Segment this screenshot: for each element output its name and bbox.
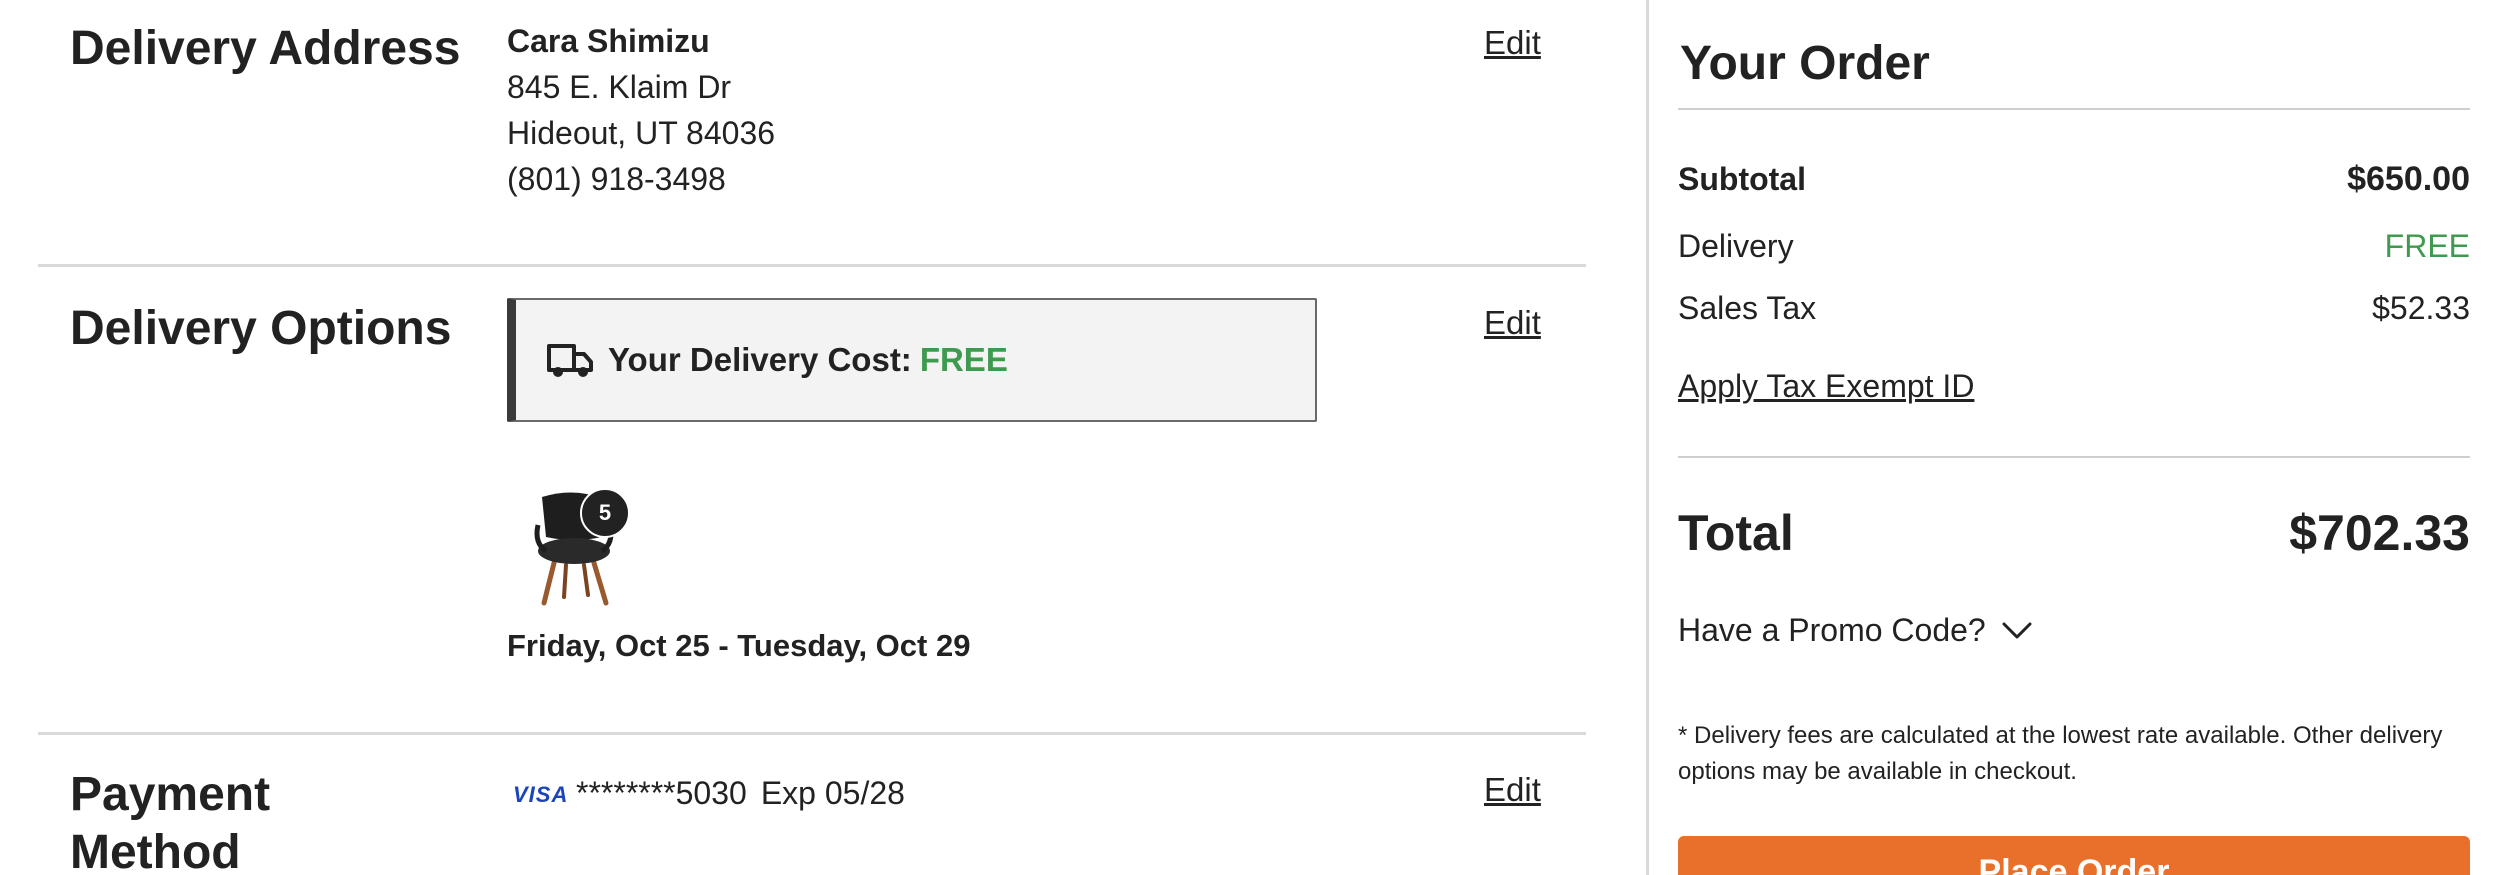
delivery-cost-label: Your Delivery Cost:	[608, 341, 912, 378]
delivery-value: FREE	[2384, 228, 2470, 264]
sales-tax-row: Sales Tax $52.33	[1678, 290, 2470, 327]
card-number: ********5030	[576, 775, 747, 811]
delivery-cost-box: Your Delivery Cost: FREE	[507, 298, 1317, 422]
delivery-date-range: Friday, Oct 25 - Tuesday, Oct 29	[507, 628, 971, 663]
total-row: Total $702.33	[1678, 504, 2470, 562]
delivery-cost-value: FREE	[919, 341, 1008, 378]
payment-method-title: Payment Method	[70, 766, 270, 875]
subtotal-value: $650.00	[2347, 160, 2470, 198]
checkout-details: Delivery Address Cara Shimizu 845 E. Kla…	[0, 0, 1648, 875]
recipient-name: Cara Shimizu	[507, 23, 710, 59]
apply-tax-exempt-link[interactable]: Apply Tax Exempt ID	[1678, 368, 1974, 405]
promo-code-toggle[interactable]: Have a Promo Code?	[1678, 612, 2032, 649]
promo-code-label: Have a Promo Code?	[1678, 612, 1986, 648]
summary-divider	[1678, 456, 2470, 458]
summary-divider	[1678, 108, 2470, 110]
order-summary: Your Order Subtotal $650.00 Delivery FRE…	[1678, 0, 2470, 875]
order-summary-title: Your Order	[1680, 37, 1930, 90]
section-divider	[38, 264, 1586, 267]
checkout-page: Delivery Address Cara Shimizu 845 E. Kla…	[0, 0, 2500, 875]
card-expiry: Exp 05/28	[760, 775, 905, 811]
delivery-label: Delivery	[1678, 228, 1794, 264]
chevron-down-icon	[2002, 622, 2032, 638]
total-value: $702.33	[2289, 505, 2470, 561]
section-divider	[38, 732, 1586, 735]
edit-delivery-options-link[interactable]: Edit	[1484, 304, 1541, 342]
edit-address-link[interactable]: Edit	[1484, 24, 1541, 62]
truck-icon	[547, 344, 593, 377]
phone-number: (801) 918-3498	[507, 161, 726, 197]
quantity-badge: 5	[580, 488, 630, 538]
column-divider	[1646, 0, 1649, 875]
total-label: Total	[1678, 505, 1794, 561]
delivery-row: Delivery FREE	[1678, 228, 2470, 265]
edit-payment-link[interactable]: Edit	[1484, 771, 1541, 809]
delivery-address-title: Delivery Address	[70, 22, 461, 75]
sales-tax-value: $52.33	[2372, 290, 2470, 326]
delivery-options-title: Delivery Options	[70, 302, 452, 355]
street-address: 845 E. Klaim Dr	[507, 69, 732, 105]
visa-logo: VISA	[513, 782, 569, 807]
sales-tax-label: Sales Tax	[1678, 290, 1817, 326]
payment-title-line2: Method	[70, 826, 241, 875]
place-order-button[interactable]: Place Order	[1678, 836, 2470, 875]
subtotal-label: Subtotal	[1678, 161, 1806, 197]
subtotal-row: Subtotal $650.00	[1678, 160, 2470, 199]
address-block: Cara Shimizu 845 E. Klaim Dr Hideout, UT…	[507, 18, 775, 202]
delivery-fee-note: * Delivery fees are calculated at the lo…	[1678, 722, 2443, 785]
city-state-zip: Hideout, UT 84036	[507, 115, 776, 151]
payment-title-line1: Payment	[70, 768, 271, 821]
card-details: ********5030 Exp 05/28	[576, 775, 905, 812]
